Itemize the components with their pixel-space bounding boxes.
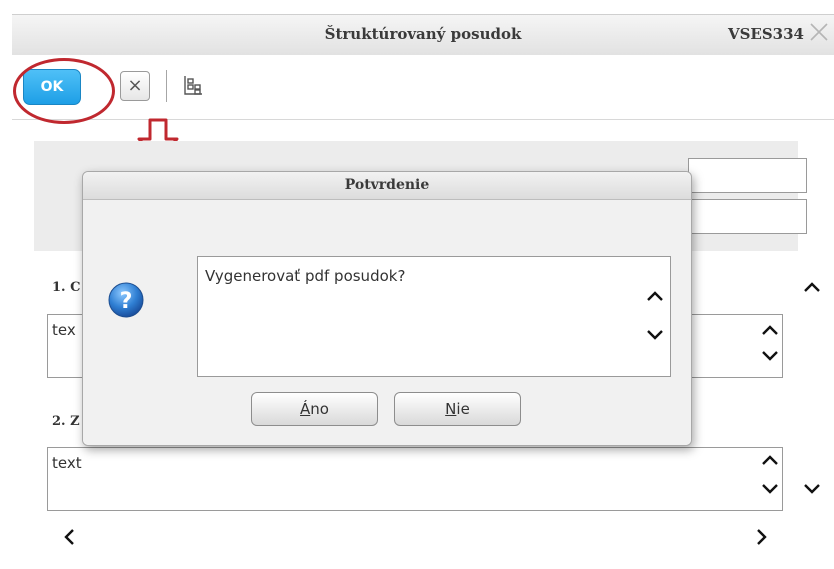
chevron-down-icon[interactable] — [761, 482, 779, 496]
window-code: VSES334 — [727, 25, 804, 43]
yes-button[interactable]: Áno — [251, 392, 378, 426]
chevron-up-icon[interactable] — [761, 453, 779, 467]
confirm-dialog: Potvrdenie ? Vygenerovať pdf posudok? Án… — [82, 171, 692, 446]
no-button-label: ie — [456, 400, 470, 418]
yes-button-accesskey: Á — [300, 400, 311, 418]
chevron-down-icon[interactable] — [646, 328, 664, 342]
question-icon: ? — [107, 281, 145, 319]
chevron-down-icon[interactable] — [803, 482, 821, 496]
cancel-button[interactable]: × — [120, 71, 150, 101]
dialog-title: Potvrdenie — [344, 177, 430, 193]
section-label: 2. Z — [52, 414, 80, 429]
close-icon[interactable] — [808, 21, 830, 43]
chevron-up-icon[interactable] — [803, 280, 821, 294]
section-text-value: text — [52, 454, 82, 472]
chevron-up-icon[interactable] — [761, 323, 779, 337]
tree-icon[interactable] — [182, 74, 204, 98]
dialog-body: ? Vygenerovať pdf posudok? Áno Nie — [83, 200, 691, 445]
message-box: Vygenerovať pdf posudok? — [197, 256, 671, 377]
header-field-1[interactable] — [688, 158, 807, 193]
no-button[interactable]: Nie — [394, 392, 521, 426]
section-text-value: tex — [52, 321, 76, 339]
top-strip — [0, 0, 834, 14]
section-text-field[interactable]: text — [47, 447, 783, 511]
no-button-accesskey: N — [445, 400, 457, 418]
section-label: 1. C — [52, 280, 81, 295]
toolbar-separator — [166, 70, 167, 102]
header-field-2[interactable] — [688, 199, 807, 234]
chevron-up-icon[interactable] — [646, 289, 664, 303]
chevron-right-icon[interactable] — [753, 528, 769, 546]
ok-button[interactable]: OK — [23, 69, 81, 105]
dialog-header: Potvrdenie — [83, 172, 691, 200]
yes-button-label: no — [310, 400, 329, 418]
dialog-message: Vygenerovať pdf posudok? — [205, 267, 406, 285]
chevron-down-icon[interactable] — [761, 349, 779, 363]
title-bar: Štruktúrovaný posudok VSES334 — [12, 14, 834, 56]
chevron-left-icon[interactable] — [62, 528, 78, 546]
svg-text:?: ? — [120, 289, 133, 314]
window-title: Štruktúrovaný posudok — [324, 25, 522, 43]
